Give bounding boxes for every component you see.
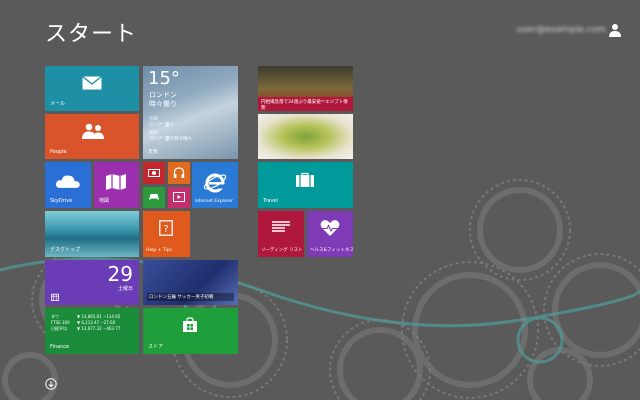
calendar-weekday: 土曜日 xyxy=(117,286,133,292)
user-name[interactable]: user@example.com xyxy=(517,25,606,35)
svg-text:?: ? xyxy=(163,224,168,235)
video-icon xyxy=(173,192,185,202)
headphones-icon xyxy=(173,167,185,178)
tile-label: ヘルス&フィットネス xyxy=(310,248,353,253)
reading-list-icon xyxy=(272,221,290,232)
tile-ie[interactable]: Internet Explorer xyxy=(192,162,238,208)
tile-maps[interactable]: 地図 xyxy=(94,162,139,208)
finance-row-value: ▼ 14,865.61 −114.65 xyxy=(77,314,121,319)
tile-help[interactable]: ? Help + Tips xyxy=(143,211,190,257)
heart-icon xyxy=(320,220,340,236)
help-icon: ? xyxy=(159,220,173,236)
map-icon xyxy=(106,174,126,190)
tile-reading-list[interactable]: リーディング リスト xyxy=(258,211,304,257)
calendar-day: 29 xyxy=(107,262,133,286)
tile-health[interactable]: ヘルス&フィットネス xyxy=(307,211,353,257)
tile-label: Help + Tips xyxy=(146,248,172,253)
tile-label: People xyxy=(50,149,67,155)
cloud-icon xyxy=(56,175,80,188)
tile-label: 地図 xyxy=(99,198,110,204)
tile-finance[interactable]: ダウ ▼ 14,865.61 −114.65 FTSE 100 ▼ 6,213.47… xyxy=(45,308,139,354)
tile-mail[interactable]: メール xyxy=(45,66,139,111)
gamepad-icon xyxy=(149,194,159,200)
tile-games[interactable] xyxy=(143,187,165,208)
start-title: スタート xyxy=(45,22,138,47)
weather-today-value: 21°/7° 曇り xyxy=(149,123,175,128)
camera-icon xyxy=(148,169,160,177)
tile-food[interactable] xyxy=(258,114,353,159)
tile-onedrive[interactable]: SkyDrive xyxy=(45,162,91,208)
ie-icon xyxy=(203,173,227,193)
people-icon xyxy=(82,123,104,139)
tile-label: 天気 xyxy=(148,149,159,155)
finance-row-value: ▼ 6,213.47 −27.60 xyxy=(77,320,116,325)
tile-label: メール xyxy=(50,101,66,107)
tile-desktop[interactable]: デスクトップ xyxy=(45,211,139,257)
tile-label: リーディング リスト xyxy=(261,248,303,253)
mail-icon xyxy=(82,76,102,90)
tile-label: Internet Explorer xyxy=(195,199,234,204)
user-icon[interactable] xyxy=(608,23,622,37)
tile-label: Finance xyxy=(50,344,70,350)
tile-sports[interactable]: ロンドン五輪 サッカー男子初戦 xyxy=(143,260,238,305)
tile-store[interactable]: ストア xyxy=(143,308,238,354)
tile-label: Travel xyxy=(263,198,278,204)
finance-row-value: ▼ 13,677.32 −463.77 xyxy=(77,326,121,331)
suitcase-icon xyxy=(296,172,314,187)
tile-camera[interactable] xyxy=(143,162,165,184)
tile-music[interactable] xyxy=(168,162,190,184)
tile-label: デスクトップ xyxy=(50,247,81,253)
tile-calendar[interactable]: 29 土曜日 xyxy=(45,260,139,305)
finance-rows: ダウ ▼ 14,865.61 −114.65 FTSE 100 ▼ 6,213.47… xyxy=(51,314,120,332)
tile-news[interactable]: 円相場急落で34週ぶり最安値＝エジプト情勢 xyxy=(258,66,353,111)
calendar-icon xyxy=(51,293,59,301)
tile-weather[interactable]: 15° ロンドン 時々曇り 今日 21°/7° 曇り 明日 20°/7° 曇り時… xyxy=(143,66,238,159)
weather-condition: 時々曇り xyxy=(149,100,177,108)
weather-temp: 15° xyxy=(148,68,180,89)
weather-tomorrow-value: 20°/7° 曇り時々晴れ xyxy=(149,137,193,142)
store-icon xyxy=(183,317,197,332)
sports-headline: ロンドン五輪 サッカー男子初戦 xyxy=(147,293,234,301)
tile-label: SkyDrive xyxy=(50,198,73,204)
finance-row: 日経平均 ▼ 13,677.32 −463.77 xyxy=(51,326,120,332)
tile-travel[interactable]: Travel xyxy=(258,162,353,208)
finance-row-name: 日経平均 xyxy=(51,326,67,331)
tile-label: ストア xyxy=(148,344,164,350)
down-arrow-icon[interactable] xyxy=(45,378,57,390)
news-headline: 円相場急落で34週ぶり最安値＝エジプト情勢 xyxy=(258,97,353,111)
tile-people[interactable]: People xyxy=(45,114,139,159)
tile-video[interactable] xyxy=(168,187,190,208)
